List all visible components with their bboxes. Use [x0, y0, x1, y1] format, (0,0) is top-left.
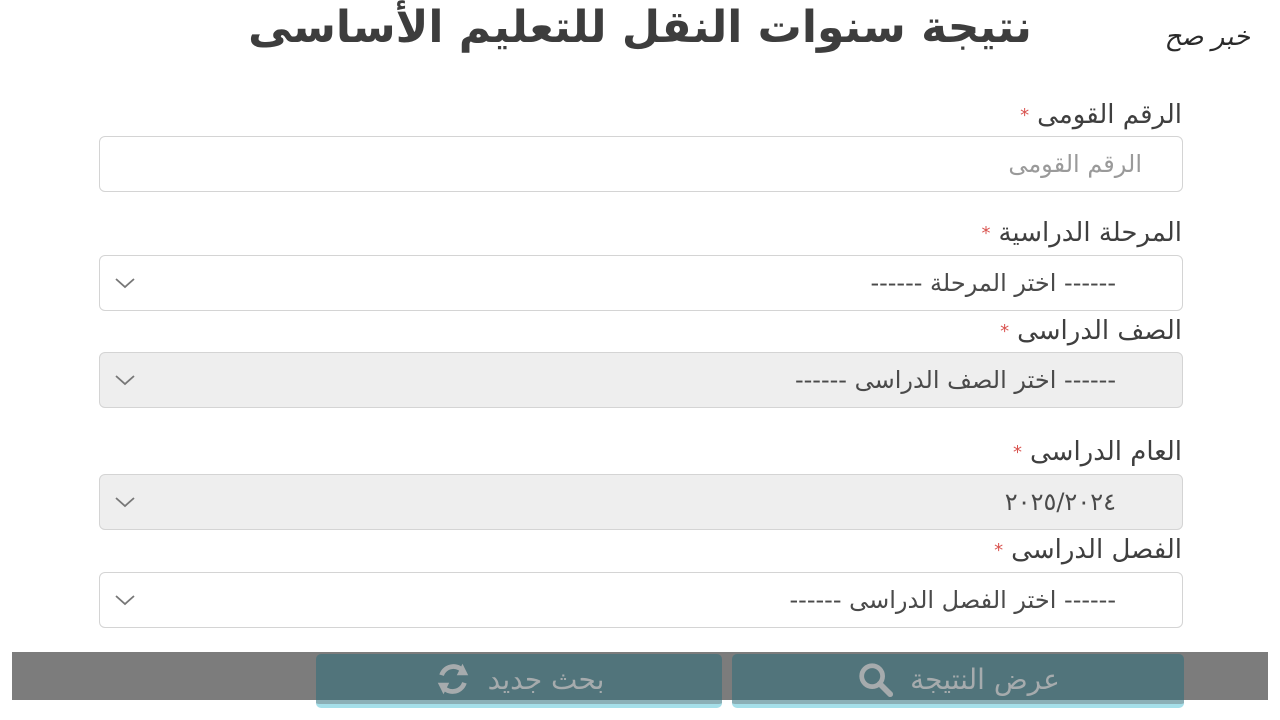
term-selected-value: ------ اختر الفصل الدراسى ------ [789, 586, 1116, 614]
national-id-label-text: الرقم القومى [1037, 100, 1182, 130]
national-id-input[interactable] [100, 137, 1182, 191]
grade-select[interactable]: ------ اختر الصف الدراسى ------ [99, 352, 1183, 408]
year-selected-value: ٢٠٢٥/٢٠٢٤ [1004, 488, 1116, 516]
new-search-label: بحث جديد [487, 662, 605, 696]
chevron-down-icon [115, 595, 135, 606]
grade-selected-value: ------ اختر الصف الدراسى ------ [794, 366, 1116, 394]
stage-label: المرحلة الدراسية * [981, 218, 1182, 249]
page-title: نتيجة سنوات النقل للتعليم الأساسى [248, 2, 1032, 53]
stage-label-text: المرحلة الدراسية [998, 218, 1182, 248]
new-search-button[interactable]: بحث جديد [316, 654, 722, 708]
chevron-down-icon [115, 278, 135, 289]
year-label-text: العام الدراسى [1029, 437, 1182, 467]
required-mark: * [1000, 320, 1010, 342]
show-result-button[interactable]: عرض النتيجة [732, 654, 1184, 708]
chevron-down-icon [115, 375, 135, 386]
refresh-icon [437, 663, 468, 695]
result-page: خبر صح نتيجة سنوات النقل للتعليم الأساسى… [0, 0, 1280, 720]
national-id-field-wrapper [99, 136, 1183, 192]
term-label-text: الفصل الدراسى [1011, 535, 1182, 565]
term-label: الفصل الدراسى * [994, 535, 1182, 566]
chevron-down-icon [115, 497, 135, 508]
year-select[interactable]: ٢٠٢٥/٢٠٢٤ [99, 474, 1183, 530]
required-mark: * [981, 222, 991, 244]
watermark: خبر صح [1164, 22, 1250, 52]
year-label: العام الدراسى * [1013, 437, 1182, 468]
stage-select[interactable]: ------ اختر المرحلة ------ [99, 255, 1183, 311]
search-icon [859, 663, 894, 698]
term-select[interactable]: ------ اختر الفصل الدراسى ------ [99, 572, 1183, 628]
required-mark: * [994, 539, 1004, 561]
show-result-label: عرض النتيجة [910, 662, 1060, 696]
stage-selected-value: ------ اختر المرحلة ------ [870, 269, 1116, 297]
grade-label: الصف الدراسى * [1000, 316, 1182, 347]
required-mark: * [1012, 441, 1022, 463]
national-id-label: الرقم القومى * [1020, 100, 1182, 131]
grade-label-text: الصف الدراسى [1017, 316, 1182, 346]
required-mark: * [1020, 104, 1030, 126]
